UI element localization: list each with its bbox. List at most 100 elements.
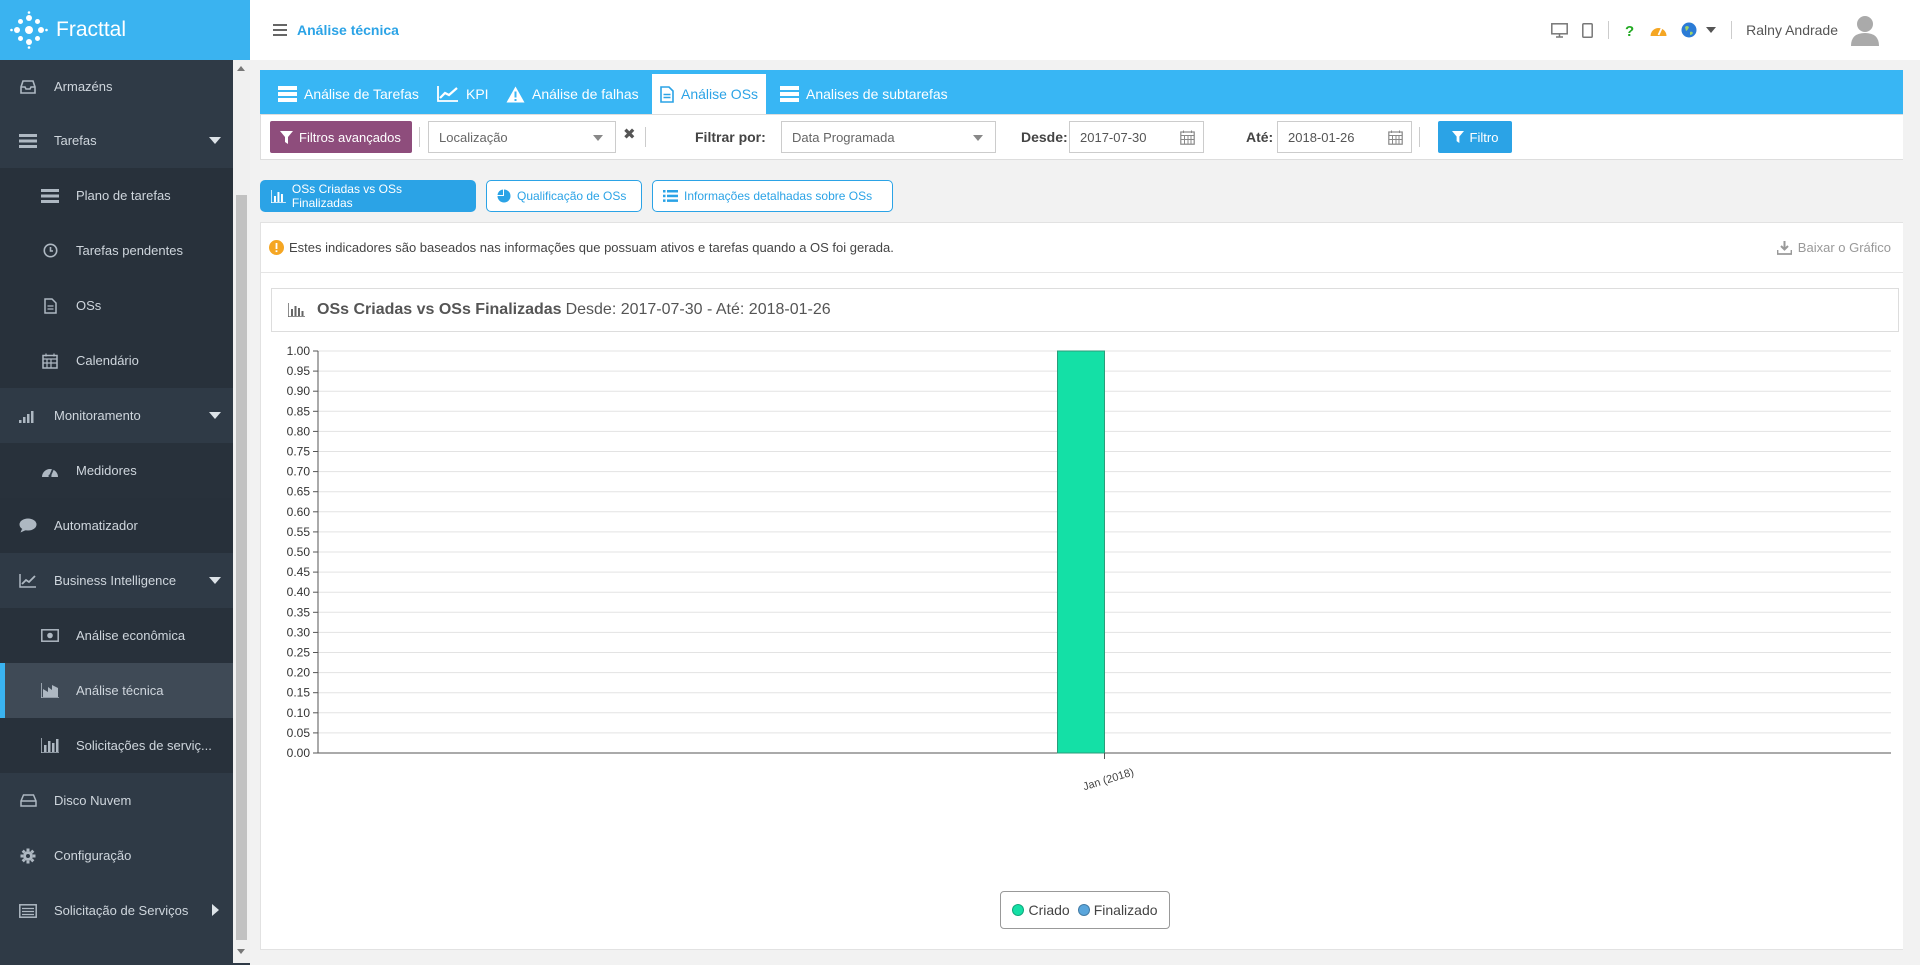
sidebar-item-label: Análise econômica — [76, 628, 186, 643]
user-name[interactable]: Ralny Andrade — [1746, 22, 1838, 38]
tab-label: Analises de subtarefas — [806, 86, 948, 102]
tasks-icon — [780, 86, 799, 102]
app-logo[interactable]: Fracttal — [0, 0, 250, 60]
legend-item-criado[interactable]: Criado — [1012, 902, 1070, 918]
sidebar-item-business-intelligence[interactable]: Business Intelligence — [0, 553, 233, 608]
scroll-down-arrow-icon[interactable] — [237, 949, 245, 954]
subtab-qualificacao-de-oss[interactable]: Qualificação de OSs — [486, 180, 642, 212]
filter-button[interactable]: Filtro — [1438, 121, 1512, 153]
tablet-icon[interactable] — [1582, 22, 1594, 38]
chevron-right-icon — [212, 904, 219, 916]
globe-icon[interactable] — [1681, 22, 1697, 38]
sidebar-item-analise-economica[interactable]: Análise econômica — [0, 608, 233, 663]
sidebar-item-calendario[interactable]: Calendário — [0, 333, 233, 388]
divider — [1608, 21, 1610, 39]
sidebar-scrollbar-thumb[interactable] — [236, 195, 247, 940]
legend-item-finalizado[interactable]: Finalizado — [1077, 902, 1158, 918]
y-tick-label: 0.20 — [287, 666, 311, 680]
sidebar-item-label: Tarefas pendentes — [76, 243, 183, 258]
avatar[interactable] — [1850, 14, 1880, 46]
filter-by-label: Filtrar por: — [695, 129, 766, 145]
sidebar-item-tarefas[interactable]: Tarefas — [0, 113, 233, 168]
bar-chart-icon — [288, 303, 305, 317]
hard-drive-icon — [18, 791, 38, 811]
sidebar-item-disco-nuvem[interactable]: Disco Nuvem — [0, 773, 233, 828]
area-chart-icon — [40, 681, 60, 701]
sidebar-item-armazens[interactable]: Armazéns — [0, 60, 233, 113]
bar-chart: 0.00 0.05 0.10 0.15 0.20 0.25 0.30 0.35 0.40 0.45… — [287, 344, 1891, 793]
sidebar-item-tarefas-pendentes[interactable]: Tarefas pendentes — [0, 223, 233, 278]
dashboard-gauge-icon[interactable] — [1650, 24, 1667, 37]
filter-bar: Filtros avançados Localização ✖ Filtrar … — [260, 114, 1910, 160]
subtab-oss-criadas-vs-finalizadas[interactable]: OSs Criadas vs OSs Finalizadas — [260, 180, 476, 212]
y-tick-label: 0.25 — [287, 646, 311, 660]
legend-label: Finalizado — [1093, 902, 1158, 918]
calendar-icon[interactable] — [1180, 130, 1195, 145]
scroll-up-arrow-icon[interactable] — [237, 66, 245, 71]
sidebar-item-label: Tarefas — [54, 133, 97, 148]
subtab-label: Informações detalhadas sobre OSs — [684, 189, 873, 203]
dashboard-gauge-icon — [40, 461, 60, 481]
sidebar-item-analise-tecnica[interactable]: Análise técnica — [0, 663, 233, 718]
sidebar-item-automatizador[interactable]: Automatizador — [0, 498, 233, 553]
signal-icon — [18, 406, 38, 426]
chart-header: OSs Criadas vs OSs Finalizadas Desde: 20… — [271, 288, 1899, 332]
tab-label: Análise de Tarefas — [304, 86, 419, 102]
tab-analises-de-subtarefas[interactable]: Analises de subtarefas — [772, 74, 956, 114]
desktop-icon[interactable] — [1551, 22, 1569, 38]
to-date-input[interactable]: 2018-01-26 — [1277, 121, 1412, 153]
sidebar-item-label: Disco Nuvem — [54, 793, 132, 808]
from-date-input[interactable]: 2017-07-30 — [1069, 121, 1204, 153]
sidebar-item-label: Business Intelligence — [54, 573, 177, 588]
page-scrollbar[interactable] — [1903, 60, 1920, 965]
help-icon[interactable]: ? — [1624, 23, 1636, 38]
subtab-label: Qualificação de OSs — [517, 189, 627, 203]
chat-bubble-icon — [18, 516, 38, 536]
tab-analise-de-tarefas[interactable]: Análise de Tarefas — [270, 74, 427, 114]
clear-location-icon[interactable]: ✖ — [623, 125, 636, 143]
hamburger-menu-icon[interactable] — [273, 24, 287, 36]
chevron-down-icon — [209, 412, 221, 419]
header-actions: ? Ralny Andrade — [1544, 0, 1920, 60]
subtab-informacoes-detalhadas[interactable]: Informações detalhadas sobre OSs — [652, 180, 893, 212]
sidebar-item-oss[interactable]: OSs — [0, 278, 233, 333]
to-date-value: 2018-01-26 — [1288, 129, 1355, 145]
y-tick-label: 0.35 — [287, 605, 311, 619]
sidebar-item-label: Plano de tarefas — [76, 188, 171, 203]
tab-kpi[interactable]: KPI — [429, 74, 497, 114]
calendar-icon — [40, 351, 60, 371]
chevron-down-icon — [973, 135, 983, 141]
divider — [645, 127, 646, 147]
advanced-filters-label: Filtros avançados — [299, 129, 401, 145]
y-tick-label: 0.10 — [287, 706, 311, 720]
sidebar-item-solicitacao-de-servicos[interactable]: Solicitação de Serviços — [0, 883, 233, 938]
bar-criado — [1057, 350, 1105, 754]
sidebar-item-medidores[interactable]: Medidores — [0, 443, 233, 498]
clock-icon — [40, 241, 60, 261]
caret-down-icon[interactable] — [1706, 27, 1717, 33]
sidebar-item-plano-de-tarefas[interactable]: Plano de tarefas — [0, 168, 233, 223]
warning-icon — [506, 86, 525, 102]
chart-subtitle: Desde: 2017-07-30 - Até: 2018-01-26 — [565, 301, 831, 318]
sidebar-item-label: OSs — [76, 298, 102, 313]
document-icon — [660, 85, 674, 103]
filter-by-select[interactable]: Data Programada — [781, 121, 996, 153]
calendar-icon[interactable] — [1388, 130, 1403, 145]
y-tick-label: 0.90 — [287, 384, 311, 398]
filter-by-value: Data Programada — [792, 129, 895, 145]
y-tick-label: 0.30 — [287, 625, 311, 639]
tab-analise-oss[interactable]: Análise OSs — [652, 74, 767, 114]
advanced-filters-button[interactable]: Filtros avançados — [270, 121, 412, 153]
y-tick-label: 0.40 — [287, 585, 311, 599]
legend-swatch-finalizado — [1077, 904, 1090, 916]
tab-analise-de-falhas[interactable]: Análise de falhas — [498, 74, 647, 114]
sidebar-item-monitoramento[interactable]: Monitoramento — [0, 388, 233, 443]
legend-swatch-criado — [1012, 904, 1025, 916]
sidebar-item-configuracao[interactable]: Configuração — [0, 828, 233, 883]
list-icon — [40, 186, 60, 206]
location-select[interactable]: Localização — [428, 121, 616, 153]
app-name: Fracttal — [56, 18, 127, 41]
sidebar-item-solicitacoes-de-servico[interactable]: Solicitações de serviç... — [0, 718, 233, 773]
sidebar-scrollbar[interactable] — [233, 60, 250, 963]
download-chart-button[interactable]: Baixar o Gráfico — [1776, 240, 1891, 255]
